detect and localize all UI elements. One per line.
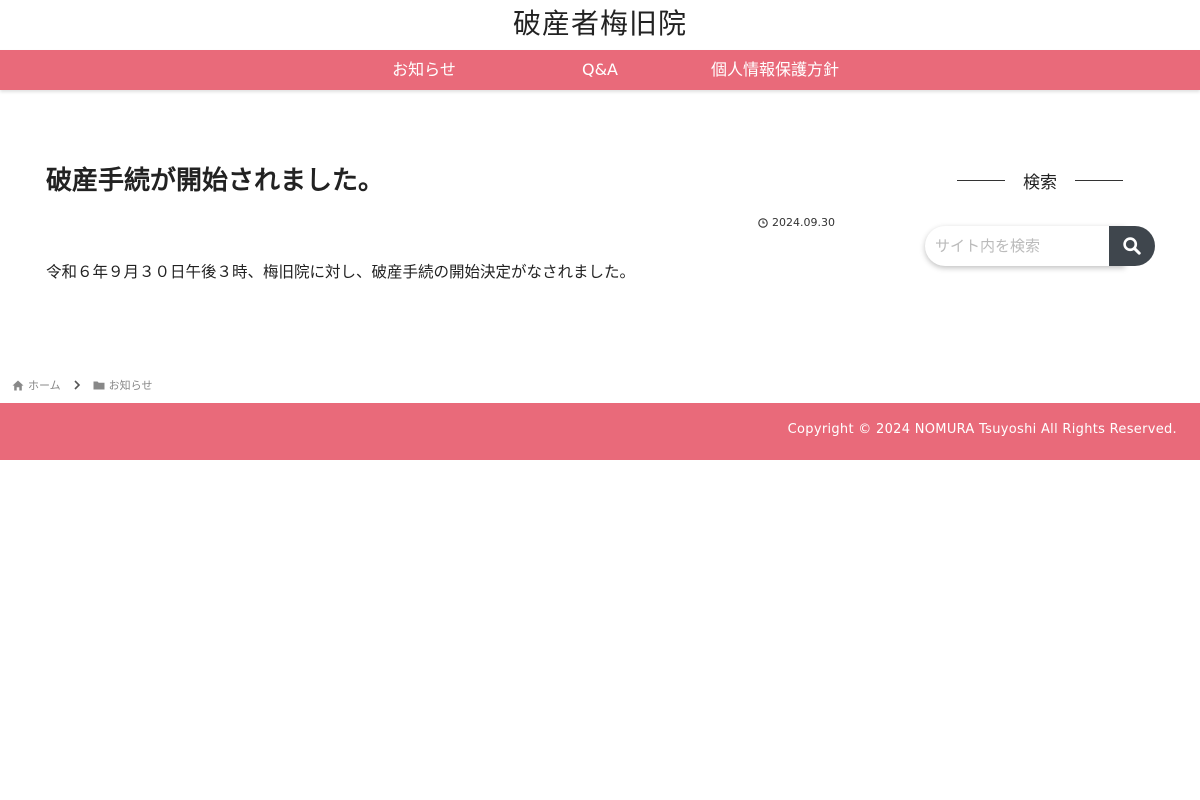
breadcrumb: ホーム お知らせ: [12, 377, 152, 393]
breadcrumb-home-label: ホーム: [28, 379, 61, 392]
post-date: 2024.09.30: [758, 216, 835, 229]
site-header: 破産者梅旧院: [0, 0, 1200, 50]
site-footer: Copyright © 2024 NOMURA Tsuyoshi All Rig…: [0, 403, 1200, 460]
global-nav: お知らせ Q&A 個人情報保護方針: [0, 50, 1200, 90]
nav-item-news[interactable]: お知らせ: [348, 50, 500, 90]
post-body: 令和６年９月３０日午後３時、梅旧院に対し、破産手続の開始決定がなされました。: [46, 263, 636, 281]
search-input[interactable]: [925, 226, 1125, 266]
breadcrumb-category-label: お知らせ: [108, 379, 153, 392]
post-title: 破産手続が開始されました。: [46, 166, 385, 196]
breadcrumb-category[interactable]: お知らせ: [93, 377, 153, 393]
title-line-left: [957, 179, 1005, 181]
search-button[interactable]: [1109, 226, 1155, 266]
search-widget-title: 検索: [955, 166, 1125, 194]
folder-icon: [93, 381, 105, 390]
nav-item-privacy-policy[interactable]: 個人情報保護方針: [700, 50, 850, 90]
breadcrumb-home[interactable]: ホーム: [12, 377, 61, 393]
site-title[interactable]: 破産者梅旧院: [513, 6, 687, 42]
clock-icon: [758, 217, 768, 228]
post-date-text: 2024.09.30: [772, 216, 835, 229]
title-line-right: [1075, 179, 1123, 181]
copyright-text: Copyright © 2024 NOMURA Tsuyoshi All Rig…: [787, 422, 1177, 437]
chevron-right-icon: [73, 380, 81, 390]
search-icon: [1123, 237, 1141, 255]
search-form: [925, 226, 1155, 266]
home-icon: [12, 380, 24, 390]
nav-item-qa[interactable]: Q&A: [524, 50, 676, 90]
search-widget-title-text: 検索: [1023, 172, 1057, 193]
